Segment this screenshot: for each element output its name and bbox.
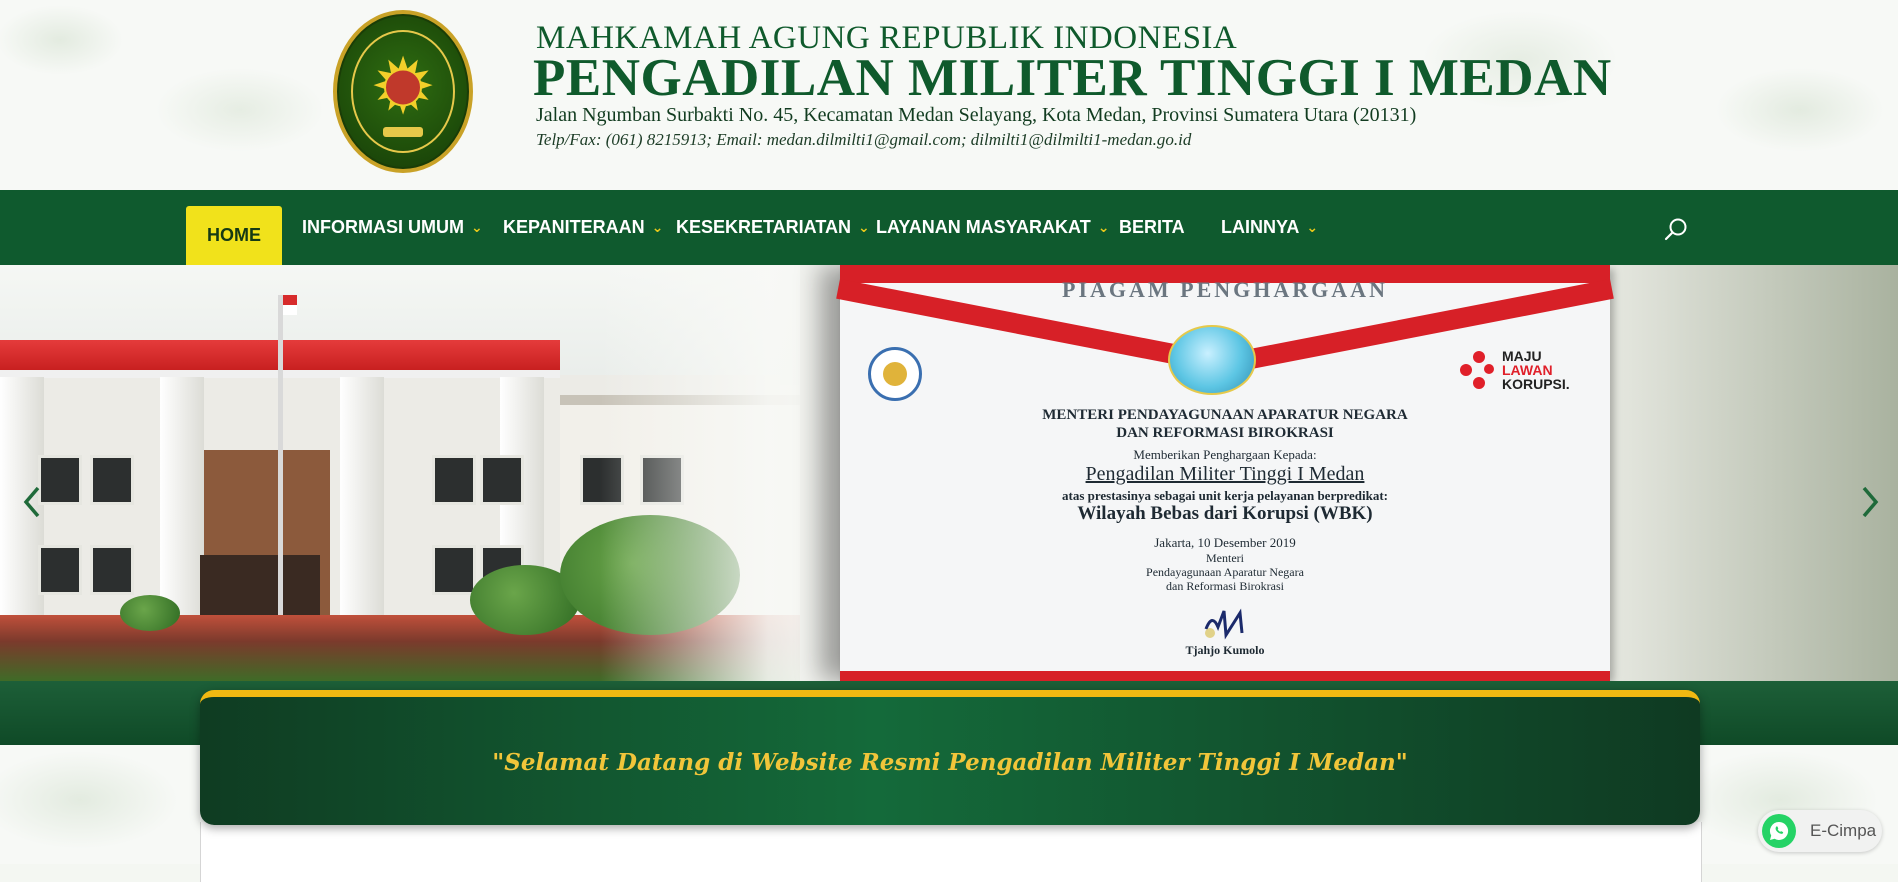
cert-signer-title: Pendayagunaan Aparatur Negara xyxy=(1146,565,1304,579)
cert-signer-title: dan Reformasi Birokrasi xyxy=(1166,579,1284,593)
photo-window xyxy=(90,455,134,505)
nav-item-layanan-masyarakat[interactable]: LAYANAN MASYARAKAT ⌄ xyxy=(876,190,1109,265)
photo-flag xyxy=(283,295,297,315)
chevron-left-icon[interactable] xyxy=(14,480,48,524)
cert-line: DAN REFORMASI BIROKRASI xyxy=(1116,425,1334,441)
badge-line: MAJU xyxy=(1502,348,1542,364)
cert-signer-title: Menteri xyxy=(1206,551,1244,565)
nav-item-kepaniteraan[interactable]: KEPANITERAAN ⌄ xyxy=(503,190,663,265)
chevron-down-icon: ⌄ xyxy=(1306,219,1319,236)
cert-place-date: Jakarta, 10 Desember 2019 xyxy=(1154,535,1296,550)
header-address: Jalan Ngumban Surbakti No. 45, Kecamatan… xyxy=(536,104,1417,126)
photo-flagpole xyxy=(278,295,283,625)
chevron-down-icon: ⌄ xyxy=(858,219,870,236)
site-title[interactable]: PENGADILAN MILITER TINGGI I MEDAN xyxy=(533,48,1612,108)
whatsapp-chat-button[interactable]: E-Cimpa xyxy=(1758,810,1882,852)
whatsapp-icon xyxy=(1762,814,1796,848)
cert-recipient: Pengadilan Militer Tinggi I Medan xyxy=(1085,463,1365,485)
nav-item-berita[interactable]: BERITA xyxy=(1119,190,1185,265)
nav-item-informasi-umum[interactable]: INFORMASI UMUM ⌄ xyxy=(302,190,483,265)
building-photo xyxy=(0,265,840,681)
award-certificate: PIAGAM PENGHARGAAN MAJU LAWAN KORUPSI. M… xyxy=(836,265,1614,681)
emblem-center xyxy=(384,67,422,106)
cert-border xyxy=(840,671,1610,681)
chevron-down-icon: ⌄ xyxy=(1097,219,1110,236)
photo-window xyxy=(38,545,82,595)
court-emblem-icon[interactable]: ✹ xyxy=(333,10,473,173)
cert-line: Memberikan Penghargaan Kepada: xyxy=(1133,447,1317,462)
nav-item-label: INFORMASI UMUM xyxy=(302,217,464,237)
chevron-down-icon: ⌄ xyxy=(651,219,664,236)
cert-heading: PIAGAM PENGHARGAAN xyxy=(1062,277,1388,302)
ministry-logo-icon xyxy=(868,347,922,401)
photo-shrub xyxy=(120,595,180,631)
nav-item-label: BERITA xyxy=(1119,217,1185,237)
emblem-ribbon xyxy=(383,127,423,137)
maju-lawan-korupsi-badge: MAJU LAWAN KORUPSI. xyxy=(1460,349,1570,391)
welcome-banner: "Selamat Datang di Website Resmi Pengadi… xyxy=(200,690,1700,825)
badge-line: KORUPSI. xyxy=(1502,376,1570,392)
badge-dots-icon xyxy=(1460,351,1498,389)
nav-item-lainnya[interactable]: LAINNYA ⌄ xyxy=(1221,190,1318,265)
content-card xyxy=(200,822,1702,882)
photo-window xyxy=(90,545,134,595)
photo-window xyxy=(432,545,476,595)
cert-line: MENTERI PENDAYAGUNAAN APARATUR NEGARA xyxy=(1042,407,1408,423)
badge-line: LAWAN xyxy=(1502,362,1553,378)
cert-line: atas prestasinya sebagai unit kerja pela… xyxy=(1062,488,1388,503)
photo-column xyxy=(160,377,204,627)
main-navigation: HOME INFORMASI UMUM ⌄ KEPANITERAAN ⌄ KES… xyxy=(0,190,1898,265)
hero-slider: PIAGAM PENGHARGAAN MAJU LAWAN KORUPSI. M… xyxy=(0,265,1898,681)
cert-award: Wilayah Bebas dari Korupsi (WBK) xyxy=(1077,503,1373,524)
nav-item-label: HOME xyxy=(207,225,261,245)
nav-item-label: KESEKRETARIATAN xyxy=(676,217,851,237)
cert-signer-name: Tjahjo Kumolo xyxy=(1185,643,1265,657)
photo-window xyxy=(432,455,476,505)
whatsapp-label: E-Cimpa xyxy=(1810,821,1877,840)
site-header: ✹ MAHKAMAH AGUNG REPUBLIK INDONESIA PENG… xyxy=(0,0,1898,190)
cert-seal-icon xyxy=(1168,325,1256,395)
signature-icon xyxy=(1204,608,1244,640)
nav-item-label: LAINNYA xyxy=(1221,217,1300,237)
chevron-right-icon[interactable] xyxy=(1854,480,1888,524)
nav-item-kesekretariatan[interactable]: KESEKRETARIATAN ⌄ xyxy=(676,190,870,265)
nav-item-home[interactable]: HOME xyxy=(186,206,282,265)
search-icon[interactable] xyxy=(1663,217,1689,243)
header-contact: Telp/Fax: (061) 8215913; Email: medan.di… xyxy=(536,130,1192,149)
badge-text: MAJU LAWAN KORUPSI. xyxy=(1502,349,1570,391)
photo-window xyxy=(480,455,524,505)
welcome-text: "Selamat Datang di Website Resmi Pengadi… xyxy=(492,749,1408,776)
nav-item-label: KEPANITERAAN xyxy=(503,217,645,237)
nav-item-label: LAYANAN MASYARAKAT xyxy=(876,217,1091,237)
photo-column xyxy=(340,377,384,627)
chevron-down-icon: ⌄ xyxy=(470,219,483,236)
